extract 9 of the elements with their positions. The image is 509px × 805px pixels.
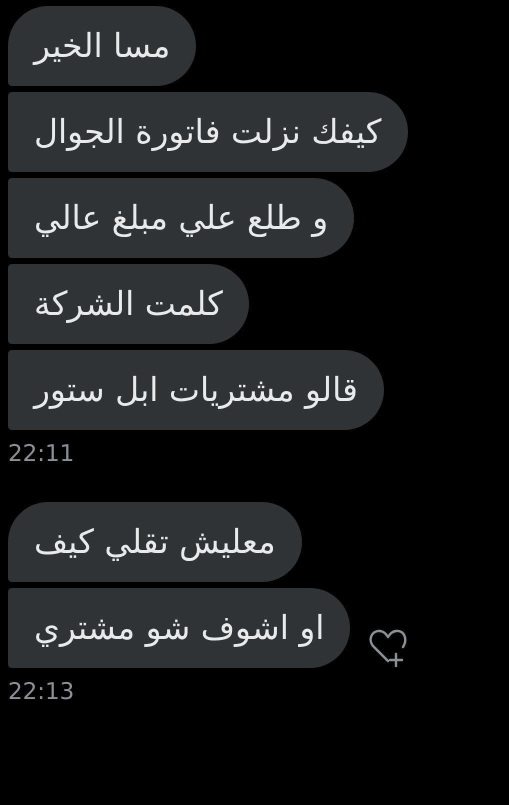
message-bubble: مسا الخير: [8, 6, 196, 86]
timestamp: 22:11: [8, 440, 76, 468]
message-bubble: و طلع علي مبلغ عالي: [8, 178, 354, 258]
message-bubble: كيفك نزلت فاتورة الجوال: [8, 92, 408, 172]
message-bubble: معليش تقلي كيف: [8, 502, 302, 582]
message-bubble: او اشوف شو مشتري: [8, 588, 350, 668]
timestamp: 22:13: [8, 678, 76, 706]
message-bubble: كلمت الشركة: [8, 264, 249, 344]
message-bubble: قالو مشتريات ابل ستور: [8, 350, 384, 430]
